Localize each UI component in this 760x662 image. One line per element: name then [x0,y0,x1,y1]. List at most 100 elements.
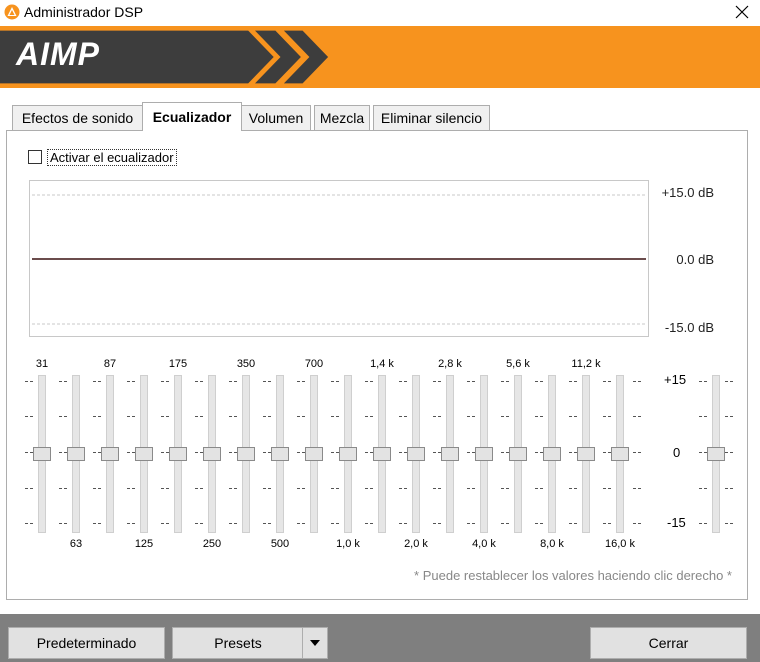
eq-tick [467,381,475,383]
eq-band-7-thumb[interactable] [271,447,289,461]
eq-band-12-thumb[interactable] [441,447,459,461]
eq-band-8-thumb[interactable] [305,447,323,461]
eq-band-13-thumb[interactable] [475,447,493,461]
eq-tick [195,381,203,383]
eq-tick [25,523,33,525]
eq-tick [501,452,509,454]
eq-tick [433,523,441,525]
eq-band-label: 2,0 k [404,538,428,550]
eq-tick [195,452,203,454]
eq-tick [195,488,203,490]
eq-tick [331,381,339,383]
eq-tick [59,523,67,525]
eq-band-0-thumb[interactable] [33,447,51,461]
tab-ecualizador[interactable]: Ecualizador [142,102,242,131]
tab-eliminar-silencio[interactable]: Eliminar silencio [373,105,490,130]
eq-tick [297,452,305,454]
eq-tick [633,452,641,454]
enable-equalizer-checkbox[interactable] [28,150,42,164]
eq-band-11-thumb[interactable] [407,447,425,461]
preamp-tick [725,488,733,490]
eq-tick [535,523,543,525]
eq-band-label: 1,4 k [370,358,394,370]
eq-tick [365,523,373,525]
eq-band-label: 175 [168,358,188,370]
eq-band-2-thumb[interactable] [101,447,119,461]
preamp-slider-thumb[interactable] [707,447,725,461]
preamp-tick [699,452,707,454]
reset-hint: * Puede restablecer los valores haciendo… [414,568,732,583]
eq-tick [535,381,543,383]
eq-band-label: 125 [134,538,154,550]
eq-tick [535,488,543,490]
eq-band-label: 16,0 k [605,538,635,550]
eq-band-label: 500 [270,538,290,550]
eq-band-6-thumb[interactable] [237,447,255,461]
eq-tick [127,381,135,383]
eq-tick [365,416,373,418]
eq-tick [93,523,101,525]
brand-banner: AIMP [0,26,760,88]
eq-tick [93,488,101,490]
eq-tick [127,416,135,418]
eq-tick [263,416,271,418]
eq-tick [127,488,135,490]
eq-tick [229,381,237,383]
eq-band-label: 1,0 k [336,538,360,550]
eq-band-10-thumb[interactable] [373,447,391,461]
eq-band-15-thumb[interactable] [543,447,561,461]
preamp-tick [725,381,733,383]
tab-efectos-de-sonido[interactable]: Efectos de sonido [12,105,143,130]
eq-tick [569,488,577,490]
close-button[interactable]: Cerrar [590,627,747,659]
eq-band-17-thumb[interactable] [611,447,629,461]
eq-band-label: 87 [103,358,117,370]
enable-equalizer-label[interactable]: Activar el ecualizador [47,149,177,166]
eq-tick [535,416,543,418]
eq-tick [603,523,611,525]
eq-band-label: 11,2 k [571,358,601,370]
eq-tick [331,416,339,418]
eq-tick [467,488,475,490]
eq-tick [297,381,305,383]
presets-button[interactable]: Presets [172,627,303,659]
preamp-tick [725,523,733,525]
eq-band-1-thumb[interactable] [67,447,85,461]
eq-band-label: 63 [69,538,83,550]
eq-band-14-thumb[interactable] [509,447,527,461]
close-icon[interactable] [728,0,756,24]
eq-tick [263,523,271,525]
eq-band-label: 4,0 k [472,538,496,550]
db-label-mid: 0.0 dB [676,252,714,267]
preamp-tick [699,381,707,383]
eq-band-3-thumb[interactable] [135,447,153,461]
eq-band-9-thumb[interactable] [339,447,357,461]
eq-tick [433,452,441,454]
eq-band-label: 700 [304,358,324,370]
eq-tick [603,416,611,418]
tab-mezcla[interactable]: Mezcla [314,105,370,130]
eq-tick [399,381,407,383]
presets-dropdown-button[interactable] [302,627,328,659]
db-label-top: +15.0 dB [661,185,714,200]
eq-band-5-thumb[interactable] [203,447,221,461]
eq-tick [297,416,305,418]
eq-tick [331,523,339,525]
eq-tick [467,523,475,525]
preamp-tick [699,488,707,490]
eq-tick [59,416,67,418]
window-title: Administrador DSP [24,4,144,20]
scale-mid: 0 [673,445,681,460]
eq-tick [501,488,509,490]
eq-band-4-thumb[interactable] [169,447,187,461]
preamp-tick [699,523,707,525]
eq-tick [399,416,407,418]
default-button[interactable]: Predeterminado [8,627,165,659]
eq-tick [603,452,611,454]
eq-tick [161,523,169,525]
eq-tick [195,416,203,418]
eq-tick [569,523,577,525]
tab-volumen[interactable]: Volumen [241,105,311,130]
eq-tick [501,523,509,525]
eq-band-16-thumb[interactable] [577,447,595,461]
